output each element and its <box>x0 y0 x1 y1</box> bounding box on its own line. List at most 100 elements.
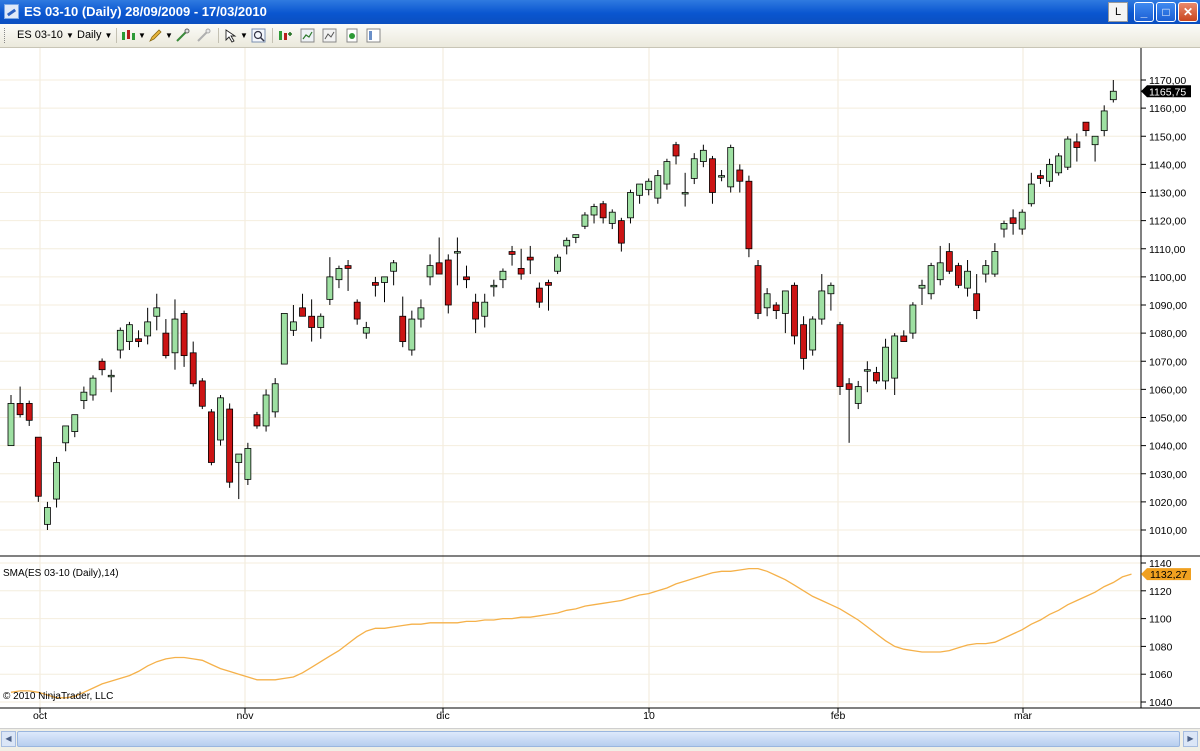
strategy-icon[interactable] <box>278 28 293 43</box>
candle <box>854 380 862 410</box>
chart-properties-icon[interactable] <box>322 28 337 43</box>
scrollbar-thumb[interactable] <box>17 731 1180 747</box>
chevron-down-icon[interactable]: ▼ <box>138 24 146 47</box>
candle-body <box>964 270 971 289</box>
chart-area[interactable]: 1170,00 1160,00 1150,00 1140,00 1130,00 1120,… <box>0 48 1200 728</box>
candle <box>1009 209 1017 235</box>
price-tick-label: 1080,00 <box>1149 328 1187 340</box>
candle-body <box>381 276 388 283</box>
candle <box>472 293 480 334</box>
candle <box>453 237 461 286</box>
candle-body <box>44 507 51 525</box>
candle-body <box>1018 211 1026 230</box>
title-bar: ES 03-10 (Daily) 28/09/2009 - 17/03/2010… <box>0 0 1200 24</box>
candle <box>964 260 971 297</box>
gridlines <box>0 48 1141 708</box>
bar-type-icon[interactable] <box>121 28 136 43</box>
candle <box>1046 158 1053 187</box>
candle-body <box>918 284 926 289</box>
candle-body <box>280 313 288 365</box>
crosshair-icon[interactable] <box>175 28 190 43</box>
candle-body <box>208 411 215 463</box>
panel-icon[interactable] <box>366 28 381 43</box>
candle-body <box>262 394 270 427</box>
candle <box>763 288 771 317</box>
price-tick-label: 1060,00 <box>1149 384 1187 396</box>
toolbar-grip[interactable] <box>4 28 8 43</box>
candle-body <box>1009 217 1017 224</box>
candle-body <box>499 270 507 281</box>
candle <box>499 268 507 289</box>
link-button[interactable]: L <box>1108 2 1128 22</box>
candle <box>845 378 853 443</box>
candle-body <box>772 304 780 312</box>
stop-icon[interactable] <box>196 28 211 43</box>
candle-body <box>955 265 962 286</box>
candle-body <box>71 414 79 432</box>
candle-body <box>709 158 716 193</box>
price-tick-label: 1100,00 <box>1149 272 1186 284</box>
minimize-button[interactable]: _ <box>1134 2 1154 22</box>
indicator-title: SMA(ES 03-10 (Daily),14) <box>3 568 119 579</box>
candle <box>371 276 379 297</box>
close-button[interactable]: ✕ <box>1178 2 1198 22</box>
scroll-left-arrow-icon[interactable]: ◀ <box>1 731 16 747</box>
candle-body <box>845 383 853 390</box>
pointer-icon[interactable] <box>223 28 238 43</box>
candle <box>353 299 361 325</box>
candle <box>754 260 762 320</box>
app-icon <box>4 4 19 19</box>
candle <box>1091 135 1099 162</box>
candle <box>818 274 826 325</box>
candle-body <box>636 183 643 196</box>
candle <box>1000 220 1008 238</box>
instrument-selector[interactable]: ES 03-10 ▼ <box>17 24 74 47</box>
candle <box>426 254 434 286</box>
candle <box>809 316 817 356</box>
candle <box>198 378 206 410</box>
horizontal-scrollbar[interactable]: ◀ ▶ <box>0 728 1200 751</box>
candle <box>654 170 662 204</box>
zoom-icon[interactable] <box>251 28 266 43</box>
candle-body <box>982 265 990 275</box>
data-box-icon[interactable] <box>344 28 359 43</box>
candle <box>381 276 388 303</box>
candle <box>599 200 607 224</box>
candle <box>709 155 716 204</box>
maximize-button[interactable]: □ <box>1156 2 1176 22</box>
candle-body <box>144 321 152 337</box>
candle <box>71 414 79 438</box>
candle <box>126 321 133 350</box>
scroll-right-arrow-icon[interactable]: ▶ <box>1183 731 1198 747</box>
candle <box>672 141 680 165</box>
sma-tick-label: 1080 <box>1149 641 1173 653</box>
price-tick-label: 1160,00 <box>1149 103 1186 115</box>
candle-body <box>126 324 133 342</box>
candle-body <box>107 374 115 378</box>
candle-body <box>1055 155 1063 174</box>
candle <box>535 282 543 308</box>
candle <box>973 274 981 320</box>
pencil-draw-icon[interactable] <box>148 28 163 43</box>
candle-body <box>89 377 97 396</box>
candle <box>927 262 935 300</box>
price-tick-label: 1020,00 <box>1149 497 1187 509</box>
candle-body <box>135 338 142 342</box>
interval-selector[interactable]: Daily ▼ <box>77 24 112 47</box>
candle-body <box>16 403 24 416</box>
chevron-down-icon[interactable]: ▼ <box>165 24 173 47</box>
candle <box>581 212 589 230</box>
candle-body <box>435 262 443 275</box>
candle <box>253 411 261 429</box>
candle <box>189 341 197 387</box>
indicator-icon[interactable] <box>300 28 315 43</box>
chevron-down-icon[interactable]: ▼ <box>240 24 248 47</box>
price-tick-label: 1120,00 <box>1149 216 1186 228</box>
candle <box>107 369 115 393</box>
candle <box>408 310 416 356</box>
candle <box>545 279 552 311</box>
candle <box>53 456 60 508</box>
price-tick-label: 1070,00 <box>1149 356 1187 368</box>
last-price-label: 1165,75 <box>1149 86 1186 98</box>
candle-body <box>53 462 60 500</box>
